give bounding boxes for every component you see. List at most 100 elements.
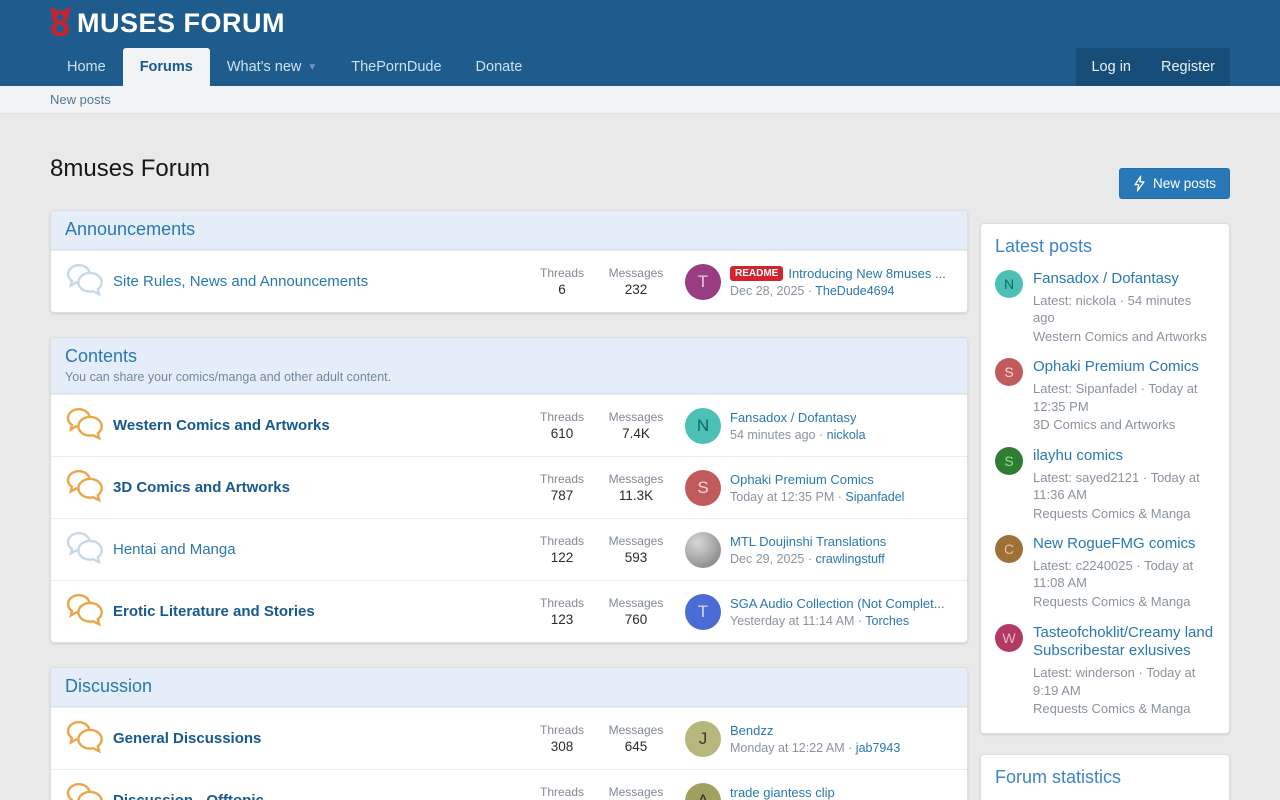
nav-item-donate[interactable]: Donate <box>459 48 540 86</box>
thread-category: 3D Comics and Artworks <box>1033 416 1215 434</box>
avatar[interactable]: T <box>685 594 721 630</box>
latest-user-link[interactable]: crawlingstuff <box>816 552 885 566</box>
avatar[interactable]: T <box>685 264 721 300</box>
forum-title-link[interactable]: Western Comics and Artworks <box>113 417 525 434</box>
list-item[interactable]: N Fansadox / Dofantasy Latest: nickola ·… <box>995 270 1215 345</box>
forum-title-link[interactable]: Discussion - Offtopic <box>113 792 525 800</box>
threads-stat: Threads 17 <box>525 785 599 800</box>
latest-user-link[interactable]: Sipanfadel <box>845 490 904 504</box>
category-header[interactable]: Announcements <box>51 211 967 250</box>
latest-user-link[interactable]: nickola <box>827 428 866 442</box>
readme-badge: README <box>730 266 783 281</box>
logo-text: MUSES FORUM <box>77 8 285 39</box>
forum-bubbles-icon <box>65 718 113 759</box>
forum-bubbles-icon <box>65 261 113 302</box>
latest-post-summary: T README Introducing New 8muses ... Dec … <box>685 264 953 300</box>
latest-thread-link[interactable]: Fansadox / Dofantasy <box>730 410 856 425</box>
thread-meta: Latest: winderson · Today at 9:19 AM <box>1033 664 1215 699</box>
avatar[interactable]: S <box>995 358 1023 386</box>
thread-link[interactable]: New RogueFMG comics <box>1033 535 1196 552</box>
login-button[interactable]: Log in <box>1076 48 1146 86</box>
forum-bubbles-icon <box>65 529 113 570</box>
logo-devil-8-icon: 8 <box>50 8 70 40</box>
latest-user-link[interactable]: Torches <box>865 614 909 628</box>
latest-thread-link[interactable]: MTL Doujinshi Translations <box>730 534 886 549</box>
latest-post-summary: A trade giantess clip Jan 23, 2026 · Amz… <box>685 783 953 800</box>
latest-meta: 54 minutes ago · nickola <box>730 428 866 442</box>
category-title: Contents <box>65 346 953 367</box>
category-title: Discussion <box>65 676 953 697</box>
thread-link[interactable]: Ophaki Premium Comics <box>1033 358 1199 375</box>
thread-meta: Latest: nickola · 54 minutes ago <box>1033 292 1215 327</box>
latest-thread-link[interactable]: SGA Audio Collection (Not Complet... <box>730 596 945 611</box>
avatar[interactable]: W <box>995 624 1023 652</box>
list-item[interactable]: S ilayhu comics Latest: sayed2121 · Toda… <box>995 447 1215 522</box>
category-block-announcements: Announcements Site Rules, News and Annou… <box>50 210 968 313</box>
category-header[interactable]: Discussion <box>51 668 967 707</box>
list-item[interactable]: S Ophaki Premium Comics Latest: Sipanfad… <box>995 358 1215 433</box>
latest-post-summary: T SGA Audio Collection (Not Complet... Y… <box>685 594 953 630</box>
avatar[interactable]: C <box>995 535 1023 563</box>
nav-item-theporndude[interactable]: ThePornDude <box>334 48 458 86</box>
sub-nav: New posts <box>0 86 1280 114</box>
latest-meta: Monday at 12:22 AM · jab7943 <box>730 741 900 755</box>
latest-thread-link[interactable]: Ophaki Premium Comics <box>730 472 874 487</box>
avatar[interactable]: N <box>685 408 721 444</box>
forum-row-hentai-manga[interactable]: Hentai and Manga Threads 122 Messages 59… <box>51 518 967 580</box>
new-posts-button[interactable]: New posts <box>1119 168 1230 199</box>
messages-stat: Messages 593 <box>599 534 673 565</box>
sidebar: New posts Latest posts N Fansadox / Dofa… <box>980 144 1230 800</box>
forum-bubbles-icon <box>65 591 113 632</box>
latest-meta: Dec 28, 2025 · TheDude4694 <box>730 284 946 298</box>
forum-statistics-widget: Forum statistics Threads: 3,245 Messages… <box>980 754 1230 800</box>
latest-posts-widget: Latest posts N Fansadox / Dofantasy Late… <box>980 223 1230 734</box>
forum-title-link[interactable]: Hentai and Manga <box>113 541 525 558</box>
avatar[interactable]: S <box>995 447 1023 475</box>
latest-user-link[interactable]: jab7943 <box>856 741 901 755</box>
forum-row-3d-comics[interactable]: 3D Comics and Artworks Threads 787 Messa… <box>51 456 967 518</box>
widget-title: Forum statistics <box>995 767 1215 788</box>
site-logo[interactable]: 8 MUSES FORUM <box>50 8 285 40</box>
forum-row-site-rules[interactable]: Site Rules, News and Announcements Threa… <box>51 250 967 312</box>
category-header[interactable]: Contents You can share your comics/manga… <box>51 338 967 394</box>
messages-stat: Messages 11.3K <box>599 472 673 503</box>
forum-row-general-discussions[interactable]: General Discussions Threads 308 Messages… <box>51 707 967 769</box>
chevron-down-icon: ▼ <box>307 62 317 73</box>
page-title: 8muses Forum <box>50 154 968 184</box>
thread-meta: Latest: c2240025 · Today at 11:08 AM <box>1033 557 1215 592</box>
latest-post-summary: MTL Doujinshi Translations Dec 29, 2025 … <box>685 532 953 568</box>
messages-stat: Messages 7.4K <box>599 410 673 441</box>
forum-row-western-comics[interactable]: Western Comics and Artworks Threads 610 … <box>51 394 967 456</box>
latest-user-link[interactable]: TheDude4694 <box>815 284 894 298</box>
latest-thread-link[interactable]: Bendzz <box>730 723 773 738</box>
thread-meta: Latest: Sipanfadel · Today at 12:35 PM <box>1033 380 1215 415</box>
nav-item-whats-new[interactable]: What's new ▼ <box>210 48 334 86</box>
register-button[interactable]: Register <box>1146 48 1230 86</box>
subnav-new-posts-link[interactable]: New posts <box>50 92 111 107</box>
category-subtitle: You can share your comics/manga and othe… <box>65 370 953 384</box>
threads-stat: Threads 610 <box>525 410 599 441</box>
list-item[interactable]: C New RogueFMG comics Latest: c2240025 ·… <box>995 535 1215 610</box>
avatar[interactable] <box>685 532 721 568</box>
latest-thread-link[interactable]: Introducing New 8muses ... <box>788 266 946 281</box>
avatar[interactable]: S <box>685 470 721 506</box>
list-item[interactable]: W Tasteofchoklit/Creamy land Subscribest… <box>995 624 1215 718</box>
latest-thread-link[interactable]: trade giantess clip <box>730 785 835 800</box>
forum-row-erotic-literature[interactable]: Erotic Literature and Stories Threads 12… <box>51 580 967 642</box>
avatar[interactable]: J <box>685 721 721 757</box>
thread-link[interactable]: ilayhu comics <box>1033 447 1123 464</box>
forum-title-link[interactable]: General Discussions <box>113 730 525 747</box>
forum-title-link[interactable]: Erotic Literature and Stories <box>113 603 525 620</box>
thread-link[interactable]: Fansadox / Dofantasy <box>1033 270 1179 287</box>
forum-row-discussion-offtopic[interactable]: Discussion - Offtopic Threads 17 Message… <box>51 769 967 800</box>
nav-item-home[interactable]: Home <box>50 48 123 86</box>
category-block-discussion: Discussion General Discussions Threads 3… <box>50 667 968 800</box>
avatar[interactable]: A <box>685 783 721 800</box>
forum-title-link[interactable]: 3D Comics and Artworks <box>113 479 525 496</box>
forum-title-link[interactable]: Site Rules, News and Announcements <box>113 273 525 290</box>
messages-stat: Messages 645 <box>599 723 673 754</box>
thread-link[interactable]: Tasteofchoklit/Creamy land Subscribestar… <box>1033 624 1213 660</box>
avatar[interactable]: N <box>995 270 1023 298</box>
thread-meta: Latest: sayed2121 · Today at 11:36 AM <box>1033 469 1215 504</box>
nav-item-forums[interactable]: Forums <box>123 48 210 86</box>
